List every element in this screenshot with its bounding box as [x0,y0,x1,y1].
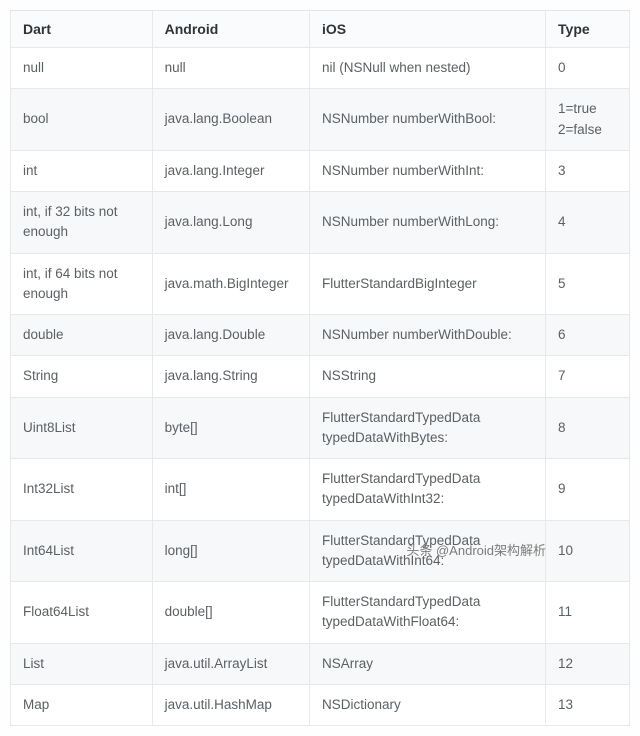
cell-ios: FlutterStandardBigInteger [309,253,545,315]
cell-type: 11 [546,582,630,644]
cell-type: 6 [546,315,630,356]
cell-type: 8 [546,397,630,459]
cell-ios: NSArray [309,643,545,684]
header-ios: iOS [309,11,545,48]
cell-ios: FlutterStandardTypedData typedDataWithIn… [309,459,545,521]
cell-ios: nil (NSNull when nested) [309,48,545,89]
cell-type: 9 [546,459,630,521]
cell-type: 0 [546,48,630,89]
cell-type: 1=true2=false [546,89,630,151]
cell-android: java.lang.Long [152,192,309,254]
cell-dart: Float64List [11,582,153,644]
cell-ios: NSNumber numberWithBool: [309,89,545,151]
cell-dart: int, if 64 bits not enough [11,253,153,315]
cell-ios: NSString [309,356,545,397]
cell-dart: Map [11,684,153,725]
cell-ios: NSNumber numberWithInt: [309,150,545,191]
cell-ios: FlutterStandardTypedData typedDataWithFl… [309,582,545,644]
table-row: doublejava.lang.DoubleNSNumber numberWit… [11,315,630,356]
cell-android: byte[] [152,397,309,459]
cell-android: int[] [152,459,309,521]
table-row: Uint8Listbyte[]FlutterStandardTypedData … [11,397,630,459]
cell-dart: List [11,643,153,684]
cell-dart: String [11,356,153,397]
table-row: booljava.lang.BooleanNSNumber numberWith… [11,89,630,151]
cell-type: 10 [546,520,630,582]
header-android: Android [152,11,309,48]
table-row: nullnullnil (NSNull when nested)0 [11,48,630,89]
cell-ios: FlutterStandardTypedData typedDataWithBy… [309,397,545,459]
table-row: Mapjava.util.HashMapNSDictionary13 [11,684,630,725]
table-row: intjava.lang.IntegerNSNumber numberWithI… [11,150,630,191]
cell-ios: NSNumber numberWithDouble: [309,315,545,356]
cell-dart: bool [11,89,153,151]
header-dart: Dart [11,11,153,48]
table-header: Dart Android iOS Type [11,11,630,48]
table-body: nullnullnil (NSNull when nested)0booljav… [11,48,630,726]
cell-android: java.math.BigInteger [152,253,309,315]
cell-android: java.util.HashMap [152,684,309,725]
header-type: Type [546,11,630,48]
cell-android: java.lang.Boolean [152,89,309,151]
cell-type: 5 [546,253,630,315]
table-row: Stringjava.lang.StringNSString7 [11,356,630,397]
cell-dart: int, if 32 bits not enough [11,192,153,254]
cell-android: java.lang.Double [152,315,309,356]
table-row: int, if 64 bits not enoughjava.math.BigI… [11,253,630,315]
cell-dart: Int64List [11,520,153,582]
cell-type: 4 [546,192,630,254]
cell-type: 13 [546,684,630,725]
cell-android: java.util.ArrayList [152,643,309,684]
cell-android: java.lang.Integer [152,150,309,191]
table-row: Float64Listdouble[]FlutterStandardTypedD… [11,582,630,644]
cell-dart: null [11,48,153,89]
cell-android: double[] [152,582,309,644]
cell-type: 7 [546,356,630,397]
cell-type: 3 [546,150,630,191]
table-row: Int32Listint[]FlutterStandardTypedData t… [11,459,630,521]
cell-ios: FlutterStandardTypedData typedDataWithIn… [309,520,545,582]
cell-dart: double [11,315,153,356]
table-row: Int64Listlong[]FlutterStandardTypedData … [11,520,630,582]
cell-android: null [152,48,309,89]
cell-ios: NSNumber numberWithLong: [309,192,545,254]
cell-dart: Int32List [11,459,153,521]
table-row: Listjava.util.ArrayListNSArray12 [11,643,630,684]
type-mapping-table: Dart Android iOS Type nullnullnil (NSNul… [10,10,630,726]
cell-android: long[] [152,520,309,582]
cell-ios: NSDictionary [309,684,545,725]
cell-dart: int [11,150,153,191]
cell-dart: Uint8List [11,397,153,459]
cell-android: java.lang.String [152,356,309,397]
table-row: int, if 32 bits not enoughjava.lang.Long… [11,192,630,254]
cell-type: 12 [546,643,630,684]
